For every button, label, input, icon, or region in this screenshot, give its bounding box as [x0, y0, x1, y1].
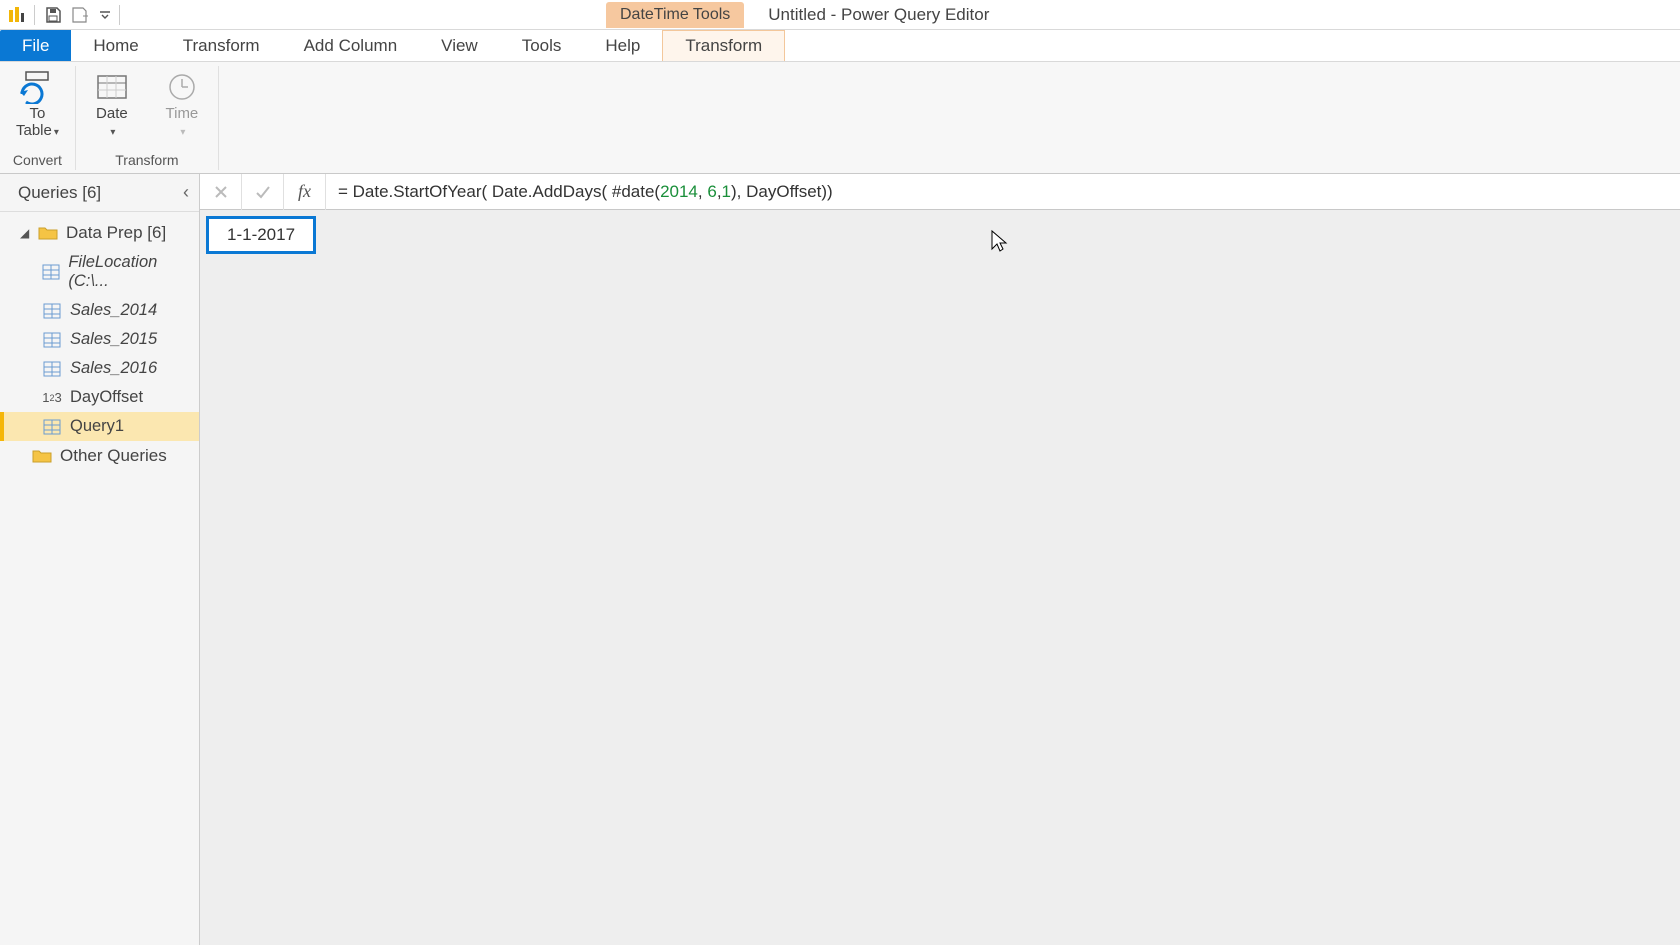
clock-icon	[162, 70, 202, 104]
fx-button[interactable]: fx	[284, 174, 326, 210]
time-button-label: Time▾	[166, 106, 199, 139]
tree-item-dayoffset[interactable]: 123 DayOffset	[0, 383, 199, 412]
save-button[interactable]	[41, 3, 65, 27]
time-button[interactable]: Time▾	[156, 68, 208, 141]
app-icon	[4, 3, 28, 27]
to-table-button[interactable]: To Table▾	[10, 68, 65, 141]
queries-pane-header: Queries [6] ‹	[0, 174, 199, 212]
tab-help[interactable]: Help	[583, 30, 662, 61]
chevron-down-icon: ▾	[110, 127, 115, 138]
ribbon: To Table▾ Convert Date▾	[0, 62, 1680, 174]
number-icon: 123	[42, 389, 62, 407]
data-preview: 1-1-2017	[200, 210, 1680, 260]
formula-bar: fx = Date.StartOfYear( Date.AddDays( #da…	[200, 174, 1680, 210]
tab-tools[interactable]: Tools	[500, 30, 584, 61]
chevron-down-icon: ▾	[54, 127, 59, 138]
tree-toggle-icon[interactable]: ◢	[20, 226, 30, 240]
table-icon	[42, 302, 62, 320]
ribbon-group-transform: Date▾ Time▾ Transform	[76, 66, 219, 170]
formula-input[interactable]: = Date.StartOfYear( Date.AddDays( #date(…	[326, 182, 1680, 202]
date-button-label: Date▾	[96, 106, 128, 139]
tab-context-transform[interactable]: Transform	[662, 30, 785, 61]
formula-cancel-button[interactable]	[200, 174, 242, 210]
ribbon-group-convert: To Table▾ Convert	[0, 66, 76, 170]
result-cell[interactable]: 1-1-2017	[206, 216, 316, 254]
tab-home[interactable]: Home	[71, 30, 160, 61]
tree-item-sales-2015[interactable]: Sales_2015	[0, 325, 199, 354]
tree-item-label: Sales_2014	[70, 301, 157, 320]
to-table-icon	[17, 70, 57, 104]
tab-transform[interactable]: Transform	[161, 30, 282, 61]
contextual-tab-group-label: DateTime Tools	[606, 2, 744, 28]
date-button[interactable]: Date▾	[86, 68, 138, 141]
tree-item-label: Sales_2015	[70, 330, 157, 349]
tree-item-label: FileLocation (C:\...	[68, 253, 191, 291]
calendar-icon	[92, 70, 132, 104]
ribbon-tab-row: File Home Transform Add Column View Tool…	[0, 30, 1680, 62]
queries-pane-title: Queries [6]	[18, 183, 101, 203]
body: Queries [6] ‹ ◢ Data Prep [6] FileLocati…	[0, 174, 1680, 945]
tree-folder-label: Other Queries	[60, 446, 167, 466]
folder-icon	[32, 447, 52, 465]
tree-folder-other-queries[interactable]: Other Queries	[0, 441, 199, 471]
table-icon	[42, 360, 62, 378]
tree-item-sales-2014[interactable]: Sales_2014	[0, 296, 199, 325]
tab-add-column[interactable]: Add Column	[282, 30, 420, 61]
table-icon	[42, 331, 62, 349]
tab-view[interactable]: View	[419, 30, 500, 61]
fx-icon: fx	[298, 181, 311, 202]
window-title: Untitled - Power Query Editor	[768, 0, 989, 29]
to-table-label: To Table▾	[16, 106, 59, 139]
qat-separator	[34, 5, 35, 25]
formula-commit-button[interactable]	[242, 174, 284, 210]
tree-folder-data-prep[interactable]: ◢ Data Prep [6]	[0, 218, 199, 248]
collapse-pane-button[interactable]: ‹	[183, 182, 189, 203]
qat-secondary-button[interactable]	[69, 3, 93, 27]
queries-pane: Queries [6] ‹ ◢ Data Prep [6] FileLocati…	[0, 174, 200, 945]
qat-customize-button[interactable]	[97, 3, 113, 27]
table-icon	[42, 263, 60, 281]
ribbon-group-convert-title: Convert	[13, 152, 62, 170]
folder-icon	[38, 224, 58, 242]
tree-folder-label: Data Prep [6]	[66, 223, 166, 243]
tree-item-sales-2016[interactable]: Sales_2016	[0, 354, 199, 383]
queries-tree: ◢ Data Prep [6] FileLocation (C:\... Sal…	[0, 212, 199, 477]
content-area: fx = Date.StartOfYear( Date.AddDays( #da…	[200, 174, 1680, 945]
tree-item-label: Sales_2016	[70, 359, 157, 378]
chevron-down-icon: ▾	[180, 127, 185, 138]
title-bar: DateTime Tools Untitled - Power Query Ed…	[0, 0, 1680, 30]
tab-file[interactable]: File	[0, 30, 71, 61]
tree-item-filelocation[interactable]: FileLocation (C:\...	[0, 248, 199, 296]
quick-access-toolbar	[0, 0, 126, 29]
ribbon-group-transform-title: Transform	[115, 152, 178, 170]
tree-item-query1[interactable]: Query1	[0, 412, 199, 441]
table-icon	[42, 418, 62, 436]
qat-separator	[119, 5, 120, 25]
tree-item-label: DayOffset	[70, 388, 143, 407]
contextual-tab-group: DateTime Tools	[606, 0, 744, 29]
tree-item-label: Query1	[70, 417, 124, 436]
